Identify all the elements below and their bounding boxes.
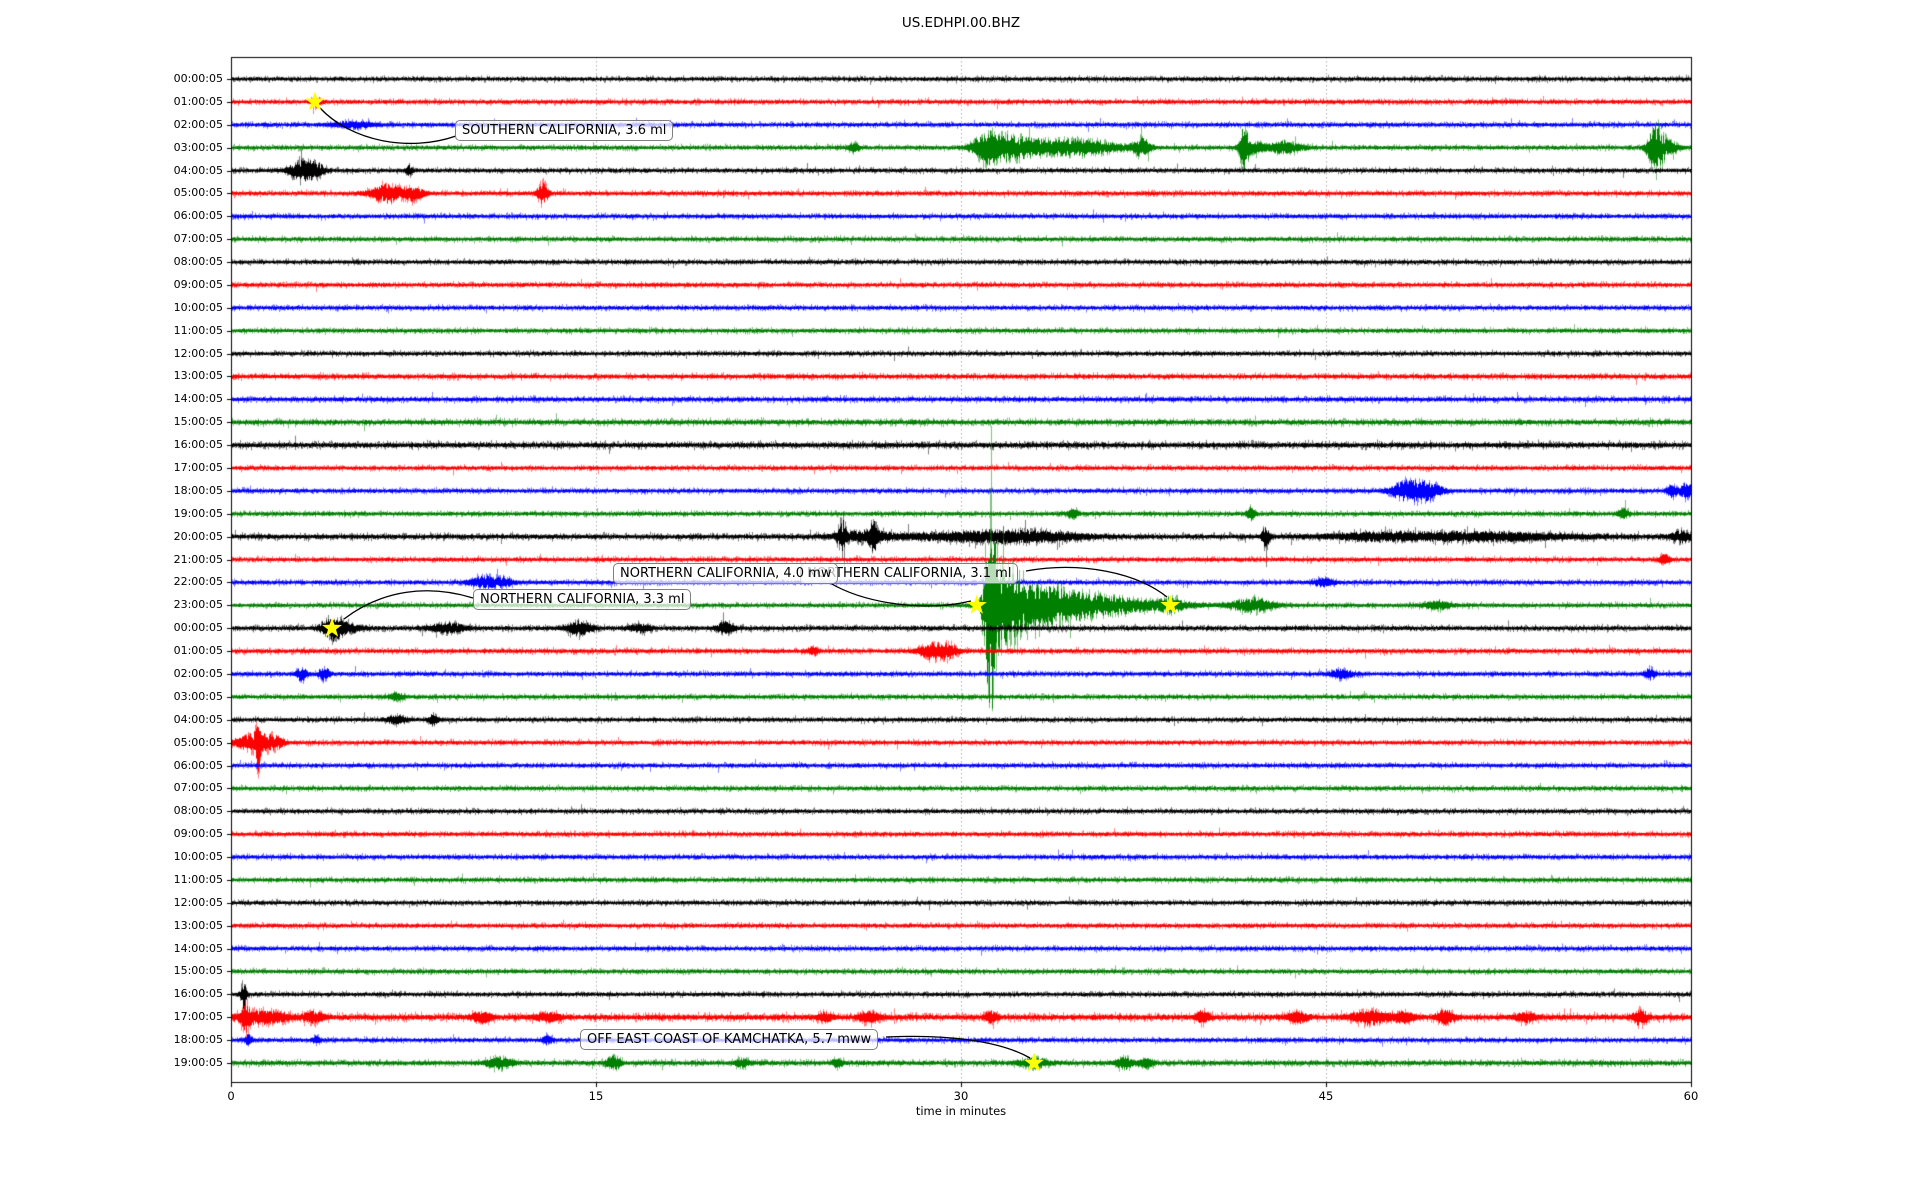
y-tick-label: 01:00:05: [173, 644, 223, 658]
y-tick-label: 09:00:05: [173, 827, 223, 841]
y-tick-label: 20:00:05: [173, 529, 223, 543]
seismogram-traces-canvas: [0, 0, 1920, 1200]
y-tick-label: 02:00:05: [173, 117, 223, 131]
y-tick-label: 15:00:05: [173, 415, 223, 429]
y-tick-label: 03:00:05: [173, 140, 223, 154]
y-tick-label: 09:00:05: [173, 277, 223, 291]
x-tick-label: 30: [953, 1089, 969, 1103]
y-tick-label: 04:00:05: [173, 712, 223, 726]
y-tick-label: 18:00:05: [173, 1033, 223, 1047]
x-axis-title: time in minutes: [915, 1104, 1007, 1118]
y-tick-label: 16:00:05: [173, 987, 223, 1001]
x-tick-label: 0: [227, 1089, 235, 1103]
y-tick-label: 05:00:05: [173, 735, 223, 749]
y-tick-label: 11:00:05: [173, 872, 223, 886]
y-tick-label: 02:00:05: [173, 666, 223, 680]
y-tick-label: 22:00:05: [173, 575, 223, 589]
x-tick-label: 45: [1318, 1089, 1334, 1103]
y-tick-label: 04:00:05: [173, 163, 223, 177]
event-annotation-box: NORTHERN CALIFORNIA, 3.3 ml: [473, 589, 692, 610]
event-annotation-box: NORTHERN CALIFORNIA, 4.0 mw: [613, 563, 839, 584]
y-tick-label: 13:00:05: [173, 918, 223, 932]
y-tick-label: 17:00:05: [173, 1010, 223, 1024]
y-tick-label: 14:00:05: [173, 941, 223, 955]
event-annotation-box: OFF EAST COAST OF KAMCHATKA, 5.7 mww: [580, 1029, 879, 1050]
y-tick-label: 05:00:05: [173, 186, 223, 200]
y-tick-label: 12:00:05: [173, 346, 223, 360]
y-tick-label: 13:00:05: [173, 369, 223, 383]
y-tick-label: 07:00:05: [173, 781, 223, 795]
y-tick-label: 06:00:05: [173, 209, 223, 223]
y-tick-label: 08:00:05: [173, 255, 223, 269]
y-tick-label: 03:00:05: [173, 689, 223, 703]
figure-title: US.EDHPI.00.BHZ: [901, 15, 1021, 31]
y-tick-label: 10:00:05: [173, 300, 223, 314]
y-tick-label: 10:00:05: [173, 850, 223, 864]
y-tick-label: 07:00:05: [173, 232, 223, 246]
y-tick-label: 19:00:05: [173, 1056, 223, 1069]
seismogram-figure: US.EDHPI.00.BHZ 00:00:05 01:00:05 02:00:05…: [0, 0, 1920, 1200]
y-tick-label: 17:00:05: [173, 461, 223, 475]
y-tick-label: 06:00:05: [173, 758, 223, 772]
y-tick-label: 00:00:05: [173, 72, 223, 85]
y-tick-label: 15:00:05: [173, 964, 223, 978]
y-tick-label: 12:00:05: [173, 895, 223, 909]
y-tick-label: 11:00:05: [173, 323, 223, 337]
y-tick-label: 21:00:05: [173, 552, 223, 566]
y-tick-label: 18:00:05: [173, 483, 223, 497]
y-tick-label: 19:00:05: [173, 506, 223, 520]
x-tick-label: 60: [1683, 1089, 1699, 1103]
y-tick-label: 00:00:05: [173, 621, 223, 635]
y-tick-label: 01:00:05: [173, 94, 223, 108]
y-tick-label: 14:00:05: [173, 392, 223, 406]
event-annotation-box: SOUTHERN CALIFORNIA, 3.6 ml: [455, 120, 674, 141]
x-tick-label: 15: [588, 1089, 604, 1103]
y-tick-label: 08:00:05: [173, 804, 223, 818]
y-tick-label: 23:00:05: [173, 598, 223, 612]
y-tick-label: 16:00:05: [173, 438, 223, 452]
